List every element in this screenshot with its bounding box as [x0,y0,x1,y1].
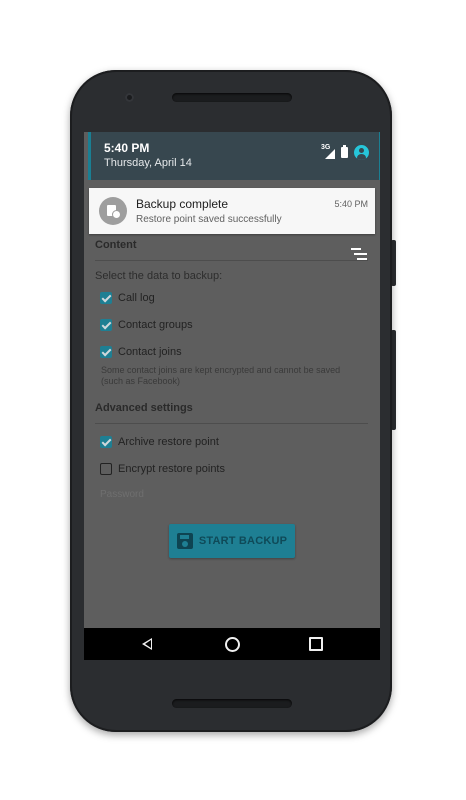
option-encrypt-restore-points[interactable]: Encrypt restore points [100,463,225,475]
shade-status-icons: 3G [321,144,369,160]
battery-icon [341,145,348,158]
contact-joins-checkbox[interactable] [100,346,112,358]
option-contact-joins[interactable]: Contact joins [100,346,182,358]
collapse-icon[interactable] [351,247,367,261]
front-camera [125,93,134,102]
content-section-title: Content [95,239,137,251]
start-backup-label: START BACKUP [198,535,288,547]
contact-joins-label: Contact joins [118,346,182,358]
notification-title: Backup complete [136,197,229,211]
shade-date: Thursday, April 14 [104,157,192,169]
call-log-label: Call log [118,292,155,304]
recents-icon[interactable] [309,637,323,651]
archive-restore-point-label: Archive restore point [118,436,219,448]
advanced-section-title: Advanced settings [95,402,193,414]
contact-groups-label: Contact groups [118,319,193,331]
save-icon [176,533,193,549]
screen: 5:40 PM Thursday, April 14 3G Backup com… [84,132,380,660]
contact-groups-checkbox[interactable] [100,319,112,331]
archive-restore-point-checkbox[interactable] [100,436,112,448]
shade-time: 5:40 PM [104,141,150,155]
account-icon[interactable] [354,145,369,160]
contact-joins-note: Some contact joins are kept encrypted an… [101,365,341,386]
advanced-divider [95,423,368,424]
password-field[interactable] [100,489,368,500]
option-archive-restore-point[interactable]: Archive restore point [100,436,219,448]
home-icon[interactable] [225,637,240,652]
earpiece-speaker [172,93,292,102]
content-divider [95,260,368,261]
encrypt-restore-points-checkbox[interactable] [100,463,112,475]
backup-data-prompt: Select the data to backup: [95,270,223,282]
option-contact-groups[interactable]: Contact groups [100,319,193,331]
notification-shade-header[interactable]: 5:40 PM Thursday, April 14 3G [88,132,380,180]
notification-time: 5:40 PM [334,199,368,209]
back-icon[interactable] [142,638,152,650]
backup-notification[interactable]: Backup complete Restore point saved succ… [89,188,375,234]
encrypt-restore-points-label: Encrypt restore points [118,463,225,475]
network-3g-icon: 3G [321,144,335,159]
bottom-speaker [172,699,292,708]
notification-text: Restore point saved successfully [136,214,282,225]
backup-icon [99,197,127,225]
navigation-bar [84,628,380,660]
call-log-checkbox[interactable] [100,292,112,304]
start-backup-button[interactable]: START BACKUP [169,524,295,558]
option-call-log[interactable]: Call log [100,292,155,304]
